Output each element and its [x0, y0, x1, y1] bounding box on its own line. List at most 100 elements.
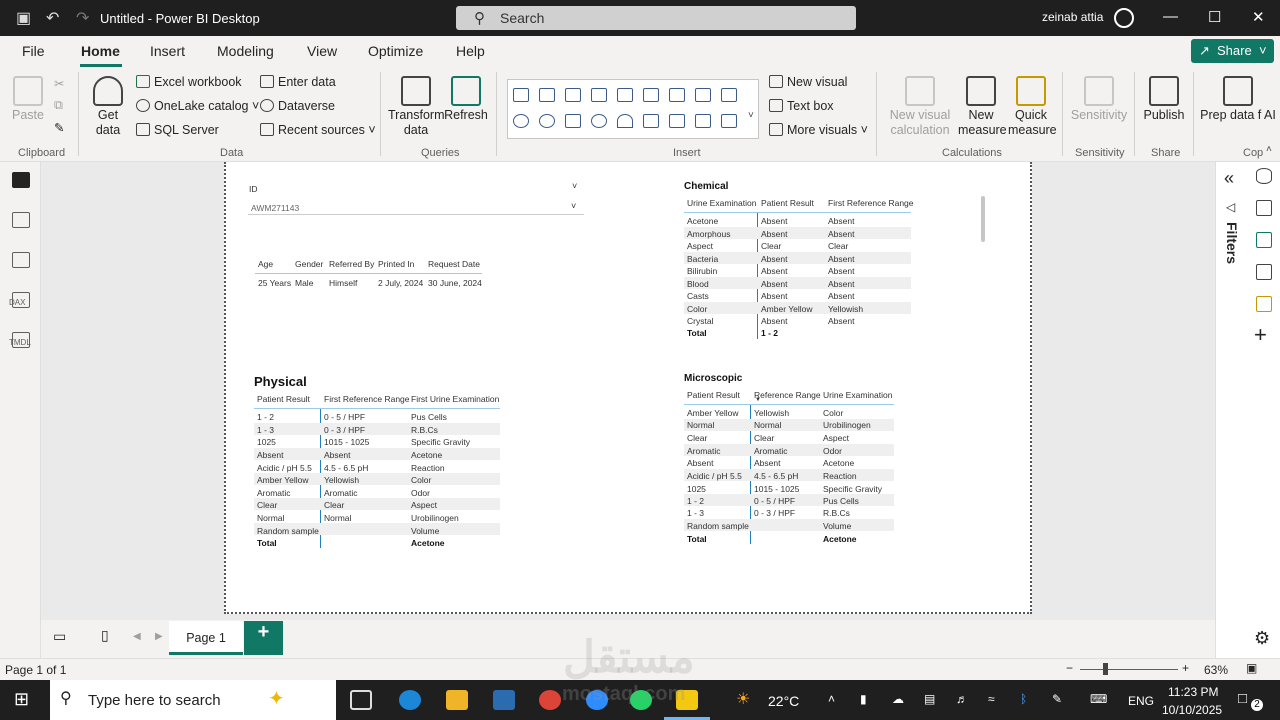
map-icon[interactable]: [591, 114, 607, 128]
sensitivity-button[interactable]: Sensitivity: [1068, 76, 1130, 123]
notification-icon[interactable]: □: [1238, 690, 1247, 707]
format-painter-icon[interactable]: ✎: [54, 120, 64, 135]
cut-icon[interactable]: ✂: [54, 76, 64, 91]
onelake-catalog-button[interactable]: OneLake catalog ˅: [136, 99, 259, 113]
donut-chart-icon[interactable]: [539, 114, 555, 128]
quick-measure-button[interactable]: Quick measure: [1008, 76, 1057, 138]
filters-pane-label[interactable]: Filters: [1224, 222, 1240, 264]
maximize-icon[interactable]: ☐: [1208, 8, 1221, 26]
table-scrollbar[interactable]: [981, 196, 985, 242]
desktop-layout-icon[interactable]: ▭: [53, 628, 66, 645]
100-bar-icon[interactable]: [617, 88, 633, 102]
clustered-column-icon[interactable]: [591, 88, 607, 102]
share-button[interactable]: ↗ Share ˅: [1191, 39, 1274, 63]
tab-page-1[interactable]: Page 1: [169, 621, 243, 655]
add-page-button[interactable]: +: [244, 621, 283, 655]
100-column-icon[interactable]: [643, 88, 659, 102]
avatar[interactable]: [1114, 8, 1134, 28]
zoom-in-icon[interactable]: +: [1182, 661, 1189, 675]
dataverse-button[interactable]: Dataverse: [260, 99, 335, 113]
selection-icon[interactable]: [1256, 296, 1272, 312]
prep-data-ai-button[interactable]: Prep data f AI: [1198, 76, 1278, 123]
tray-overflow-icon[interactable]: ˄: [828, 692, 835, 706]
bookmark-icon[interactable]: [1256, 264, 1272, 280]
search-box[interactable]: ⚲ Search: [456, 6, 856, 30]
stacked-column-icon[interactable]: [539, 88, 555, 102]
new-measure-button[interactable]: New measure: [958, 76, 1007, 138]
device-icon[interactable]: ▤: [924, 692, 935, 706]
enter-data-button[interactable]: Enter data: [260, 75, 336, 89]
ribbon-chart-icon[interactable]: [721, 88, 737, 102]
menu-home[interactable]: Home: [81, 43, 120, 59]
visuals-gallery[interactable]: ˅: [507, 79, 759, 139]
matrix-icon[interactable]: [721, 114, 737, 128]
edge-icon[interactable]: [399, 690, 421, 710]
volume-icon[interactable]: ♬: [956, 692, 968, 706]
paste-button[interactable]: Paste: [10, 76, 46, 123]
add-pane-icon[interactable]: +: [1254, 322, 1267, 348]
slicer-collapse-icon[interactable]: ˅: [572, 181, 577, 191]
bluetooth-icon[interactable]: ᛒ: [1020, 692, 1027, 706]
gauge-icon[interactable]: [617, 114, 633, 128]
undo-icon[interactable]: ↶: [46, 8, 59, 28]
weather-icon[interactable]: ☀: [736, 689, 750, 709]
menu-insert[interactable]: Insert: [150, 43, 185, 59]
table-view-icon[interactable]: [12, 212, 30, 228]
keyboard-icon[interactable]: ⌨: [1090, 692, 1107, 706]
pie-chart-icon[interactable]: [513, 114, 529, 128]
zoom-out-icon[interactable]: −: [1066, 661, 1073, 675]
file-explorer-icon[interactable]: [446, 690, 468, 710]
fit-page-icon[interactable]: ▣: [1246, 661, 1257, 675]
recent-sources-button[interactable]: Recent sources ˅: [260, 123, 376, 137]
cloud-icon[interactable]: ☁: [892, 692, 904, 706]
card-icon[interactable]: [643, 114, 659, 128]
area-chart-icon[interactable]: [695, 88, 711, 102]
multi-row-card-icon[interactable]: [669, 114, 685, 128]
menu-optimize[interactable]: Optimize: [368, 43, 423, 59]
chevron-down-icon[interactable]: ˅: [571, 201, 576, 211]
line-chart-icon[interactable]: [669, 88, 685, 102]
menu-file[interactable]: File: [22, 43, 45, 59]
zoom-slider[interactable]: [1080, 669, 1178, 670]
report-view-icon[interactable]: [12, 172, 30, 188]
mobile-layout-icon[interactable]: ▯: [101, 627, 109, 644]
minimize-icon[interactable]: —: [1163, 8, 1178, 25]
zoom-slider-thumb[interactable]: [1103, 663, 1108, 675]
model-view-icon[interactable]: [12, 252, 30, 268]
redo-icon[interactable]: ↷: [76, 8, 89, 28]
next-page-icon[interactable]: ▶: [155, 631, 163, 642]
transform-data-button[interactable]: Transform data: [388, 76, 445, 138]
collapse-pane-icon[interactable]: «: [1224, 168, 1234, 189]
more-visuals-button[interactable]: More visuals ˅: [769, 123, 868, 137]
user-name[interactable]: zeinab attia: [1042, 10, 1103, 24]
clock-date[interactable]: 10/10/2025: [1162, 703, 1222, 717]
settings-gear-icon[interactable]: ⚙: [1254, 628, 1270, 649]
menu-modeling[interactable]: Modeling: [217, 43, 274, 59]
weather-temp[interactable]: 22°C: [768, 693, 799, 709]
new-visual-calculation-button[interactable]: New visual calculation: [884, 76, 956, 138]
text-box-button[interactable]: Text box: [769, 99, 834, 113]
zoom-level[interactable]: 63%: [1204, 663, 1228, 677]
filter-icon[interactable]: ◁: [1226, 200, 1235, 214]
get-data-button[interactable]: Get data: [88, 76, 128, 138]
save-icon[interactable]: ▣: [16, 8, 31, 28]
prev-page-icon[interactable]: ◀: [133, 631, 141, 642]
clustered-bar-icon[interactable]: [565, 88, 581, 102]
treemap-icon[interactable]: [565, 114, 581, 128]
excel-workbook-button[interactable]: Excel workbook: [136, 75, 242, 89]
pen-icon[interactable]: ✎: [1052, 692, 1062, 706]
windows-start-icon[interactable]: ⊞: [14, 689, 29, 710]
task-view-icon[interactable]: [350, 690, 372, 710]
format-visual-icon[interactable]: [1256, 232, 1272, 248]
new-visual-button[interactable]: New visual: [769, 75, 847, 89]
sql-server-button[interactable]: SQL Server: [136, 123, 219, 137]
collapse-ribbon-icon[interactable]: ˄: [1266, 144, 1272, 155]
menu-help[interactable]: Help: [456, 43, 485, 59]
clock-time[interactable]: 11:23 PM: [1168, 685, 1218, 699]
wifi-icon[interactable]: ≈: [988, 692, 995, 706]
chrome-icon[interactable]: [539, 690, 561, 710]
data-pane-icon[interactable]: [1256, 168, 1272, 184]
taskbar-search[interactable]: ⚲ Type here to search ✦: [50, 680, 336, 720]
gallery-more-icon[interactable]: ˅: [748, 110, 754, 121]
table-visual-icon[interactable]: [695, 114, 711, 128]
